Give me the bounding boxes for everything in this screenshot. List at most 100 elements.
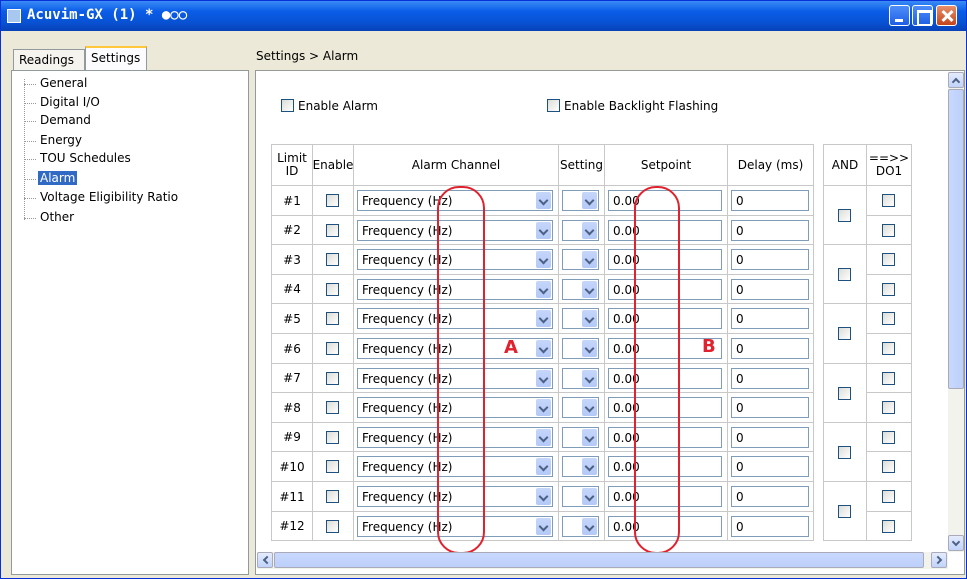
scroll-down-button[interactable] [948,535,964,551]
enable-checkbox[interactable] [326,520,339,533]
and-checkbox[interactable] [838,386,851,400]
delay-input[interactable]: 0 [731,456,809,477]
chevron-down-icon[interactable] [582,251,597,268]
setting-select[interactable] [562,368,599,389]
chevron-down-icon[interactable] [582,399,597,416]
horizontal-scrollbar[interactable] [257,552,948,569]
setting-select[interactable] [562,190,599,211]
delay-input[interactable]: 0 [731,486,809,507]
chevron-down-icon[interactable] [536,251,551,268]
setting-select[interactable] [562,516,599,537]
enable-checkbox[interactable] [326,460,339,473]
setting-select[interactable] [562,338,599,359]
minimize-button[interactable] [889,5,910,26]
delay-input[interactable]: 0 [731,397,809,418]
do1-checkbox[interactable] [882,372,895,385]
setting-select[interactable] [562,427,599,448]
do1-checkbox[interactable] [882,490,895,503]
tree-item-general[interactable]: General [38,76,89,90]
chevron-down-icon[interactable] [582,340,597,357]
tab-readings[interactable]: Readings [13,49,85,71]
chevron-down-icon[interactable] [582,429,597,446]
enable-backlight-option[interactable]: Enable Backlight Flashing [547,98,718,113]
do1-checkbox[interactable] [882,460,895,473]
do1-checkbox[interactable] [882,431,895,444]
delay-input[interactable]: 0 [731,220,809,241]
enable-checkbox[interactable] [326,224,339,237]
setting-select[interactable] [562,397,599,418]
chevron-down-icon[interactable] [536,192,551,209]
delay-input[interactable]: 0 [731,338,809,359]
delay-input[interactable]: 0 [731,279,809,300]
horizontal-scroll-thumb[interactable] [274,552,924,568]
chevron-down-icon[interactable] [536,281,551,298]
enable-checkbox[interactable] [326,431,339,444]
and-checkbox[interactable] [838,208,851,222]
vertical-scrollbar[interactable] [948,72,964,552]
delay-input[interactable]: 0 [731,190,809,211]
chevron-down-icon[interactable] [582,488,597,505]
chevron-down-icon[interactable] [536,458,551,475]
chevron-down-icon[interactable] [536,488,551,505]
setting-select[interactable] [562,308,599,329]
chevron-down-icon[interactable] [582,310,597,327]
enable-backlight-checkbox[interactable] [547,99,560,112]
delay-input[interactable]: 0 [731,308,809,329]
setting-select[interactable] [562,456,599,477]
enable-checkbox[interactable] [326,401,339,414]
setting-select[interactable] [562,486,599,507]
title-bar[interactable]: Acuvim-GX (1) * ●○○ [1,1,966,31]
vertical-scroll-thumb[interactable] [948,89,964,389]
enable-checkbox[interactable] [326,490,339,503]
enable-checkbox[interactable] [326,372,339,385]
setting-select[interactable] [562,220,599,241]
chevron-down-icon[interactable] [536,399,551,416]
setting-select[interactable] [562,279,599,300]
chevron-down-icon[interactable] [536,222,551,239]
and-checkbox[interactable] [838,445,851,459]
do1-checkbox[interactable] [882,283,895,296]
chevron-down-icon[interactable] [536,429,551,446]
do1-checkbox[interactable] [882,224,895,237]
tree-item-other[interactable]: Other [38,210,76,224]
enable-checkbox[interactable] [326,194,339,207]
tree-item-alarm[interactable]: Alarm [38,171,78,185]
chevron-down-icon[interactable] [536,340,551,357]
tree-item-digital-io[interactable]: Digital I/O [38,95,102,109]
enable-checkbox[interactable] [326,283,339,296]
tree-item-tou-schedules[interactable]: TOU Schedules [38,151,133,165]
delay-input[interactable]: 0 [731,516,809,537]
scroll-left-button[interactable] [257,552,273,568]
enable-alarm-checkbox[interactable] [281,99,294,112]
delay-input[interactable]: 0 [731,427,809,448]
do1-checkbox[interactable] [882,520,895,533]
do1-checkbox[interactable] [882,342,895,355]
tree-item-voltage-eligibility-ratio[interactable]: Voltage Eligibility Ratio [38,190,180,204]
scroll-up-button[interactable] [948,72,964,88]
and-checkbox[interactable] [838,327,851,340]
chevron-down-icon[interactable] [582,518,597,535]
tree-item-energy[interactable]: Energy [38,133,84,147]
chevron-down-icon[interactable] [536,310,551,327]
chevron-down-icon[interactable] [536,518,551,535]
chevron-down-icon[interactable] [582,458,597,475]
delay-input[interactable]: 0 [731,368,809,389]
chevron-down-icon[interactable] [582,370,597,387]
delay-input[interactable]: 0 [731,249,809,270]
close-button[interactable] [936,5,957,26]
do1-checkbox[interactable] [882,253,895,266]
enable-checkbox[interactable] [326,312,339,325]
tree-item-demand[interactable]: Demand [38,113,93,127]
do1-checkbox[interactable] [882,194,895,207]
chevron-down-icon[interactable] [536,370,551,387]
enable-checkbox[interactable] [326,253,339,266]
do1-checkbox[interactable] [882,401,895,414]
chevron-down-icon[interactable] [582,192,597,209]
enable-alarm-option[interactable]: Enable Alarm [281,98,378,113]
enable-checkbox[interactable] [326,342,339,355]
tab-settings[interactable]: Settings [85,46,147,71]
and-checkbox[interactable] [838,504,851,518]
setting-select[interactable] [562,249,599,270]
maximize-button[interactable] [912,5,933,26]
and-checkbox[interactable] [838,267,851,281]
